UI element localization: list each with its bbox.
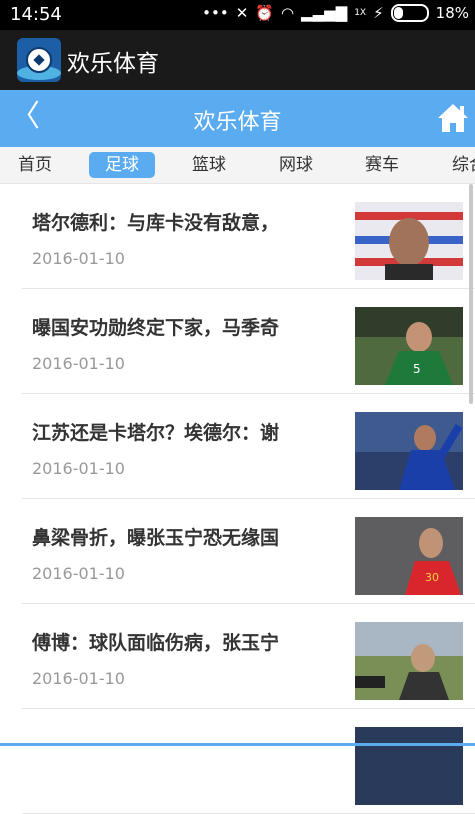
list-item[interactable]: 傅博：球队面临伤病，张玉宁 2016-01-10 xyxy=(22,604,475,709)
status-time: 14:54 xyxy=(10,4,62,25)
app-logo-icon xyxy=(17,38,61,82)
svg-text:5: 5 xyxy=(413,362,421,376)
article-thumbnail xyxy=(355,622,463,700)
charging-icon: ⚡ xyxy=(373,4,384,22)
battery-icon xyxy=(390,4,429,22)
tab-football[interactable]: 足球 xyxy=(89,152,155,178)
article-headline: 傅博：球队面临伤病，张玉宁 xyxy=(32,632,280,654)
signal-icon: ▂▃▅▇ xyxy=(301,4,348,22)
article-date: 2016-01-10 xyxy=(32,249,125,268)
article-thumbnail: 5 xyxy=(355,307,463,385)
tab-racing[interactable]: 赛车 xyxy=(361,152,403,178)
list-item[interactable]: 塔尔德利：与库卡没有敌意， 2016-01-10 xyxy=(22,184,475,289)
article-thumbnail xyxy=(355,412,463,490)
article-date: 2016-01-10 xyxy=(32,669,125,688)
article-thumbnail: 30 xyxy=(355,517,463,595)
alarm-icon: ⏰ xyxy=(255,4,274,22)
article-date: 2016-01-10 xyxy=(32,354,125,373)
app-title: 欢乐体育 xyxy=(67,51,159,77)
article-date: 2016-01-10 xyxy=(32,459,125,478)
status-bar: 14:54 ••• ✕ ⏰ ◠ ▂▃▅▇ 1X ⚡ 18% xyxy=(0,0,475,30)
category-tabs: 首页 足球 篮球 网球 赛车 综合 xyxy=(0,147,475,184)
status-icons: ••• ✕ ⏰ ◠ ▂▃▅▇ 1X ⚡ 18% xyxy=(202,4,469,22)
tab-tennis[interactable]: 网球 xyxy=(275,152,317,178)
tab-basketball[interactable]: 篮球 xyxy=(188,152,230,178)
article-thumbnail xyxy=(355,202,463,280)
list-item[interactable]: 鼻梁骨折，曝张玉宁恐无缘国 2016-01-10 30 xyxy=(22,499,475,604)
mute-icon: ✕ xyxy=(235,4,249,22)
battery-percent: 18% xyxy=(435,4,469,22)
page-title: 欢乐体育 xyxy=(193,110,282,135)
list-item[interactable]: 曝国安功勋终定下家，马季奇 2016-01-10 5 xyxy=(22,289,475,394)
article-headline: 鼻梁骨折，曝张玉宁恐无缘国 xyxy=(32,527,280,549)
list-item[interactable]: 江苏还是卡塔尔？埃德尔：谢 2016-01-10 xyxy=(22,394,475,499)
article-headline: 曝国安功勋终定下家，马季奇 xyxy=(32,317,280,339)
page-header: 〈 欢乐体育 xyxy=(0,90,475,147)
article-headline: 塔尔德利：与库卡没有敌意， xyxy=(32,212,280,234)
network-type: 1X xyxy=(354,8,367,18)
article-thumbnail xyxy=(355,727,463,805)
wifi-icon: ◠ xyxy=(280,4,295,22)
list-item[interactable] xyxy=(22,709,475,814)
article-date: 2016-01-10 xyxy=(32,564,125,583)
tab-general[interactable]: 综合 xyxy=(448,152,475,178)
home-icon[interactable] xyxy=(436,101,470,135)
svg-text:30: 30 xyxy=(425,571,439,584)
tab-home[interactable]: 首页 xyxy=(15,152,55,178)
more-icon: ••• xyxy=(202,4,229,22)
scrollbar[interactable] xyxy=(469,184,473,404)
app-bar: 欢乐体育 xyxy=(0,30,475,90)
article-list: 塔尔德利：与库卡没有敌意， 2016-01-10 曝国安功勋终定下家，马季奇 2… xyxy=(0,184,475,814)
article-headline: 江苏还是卡塔尔？埃德尔：谢 xyxy=(32,422,280,444)
